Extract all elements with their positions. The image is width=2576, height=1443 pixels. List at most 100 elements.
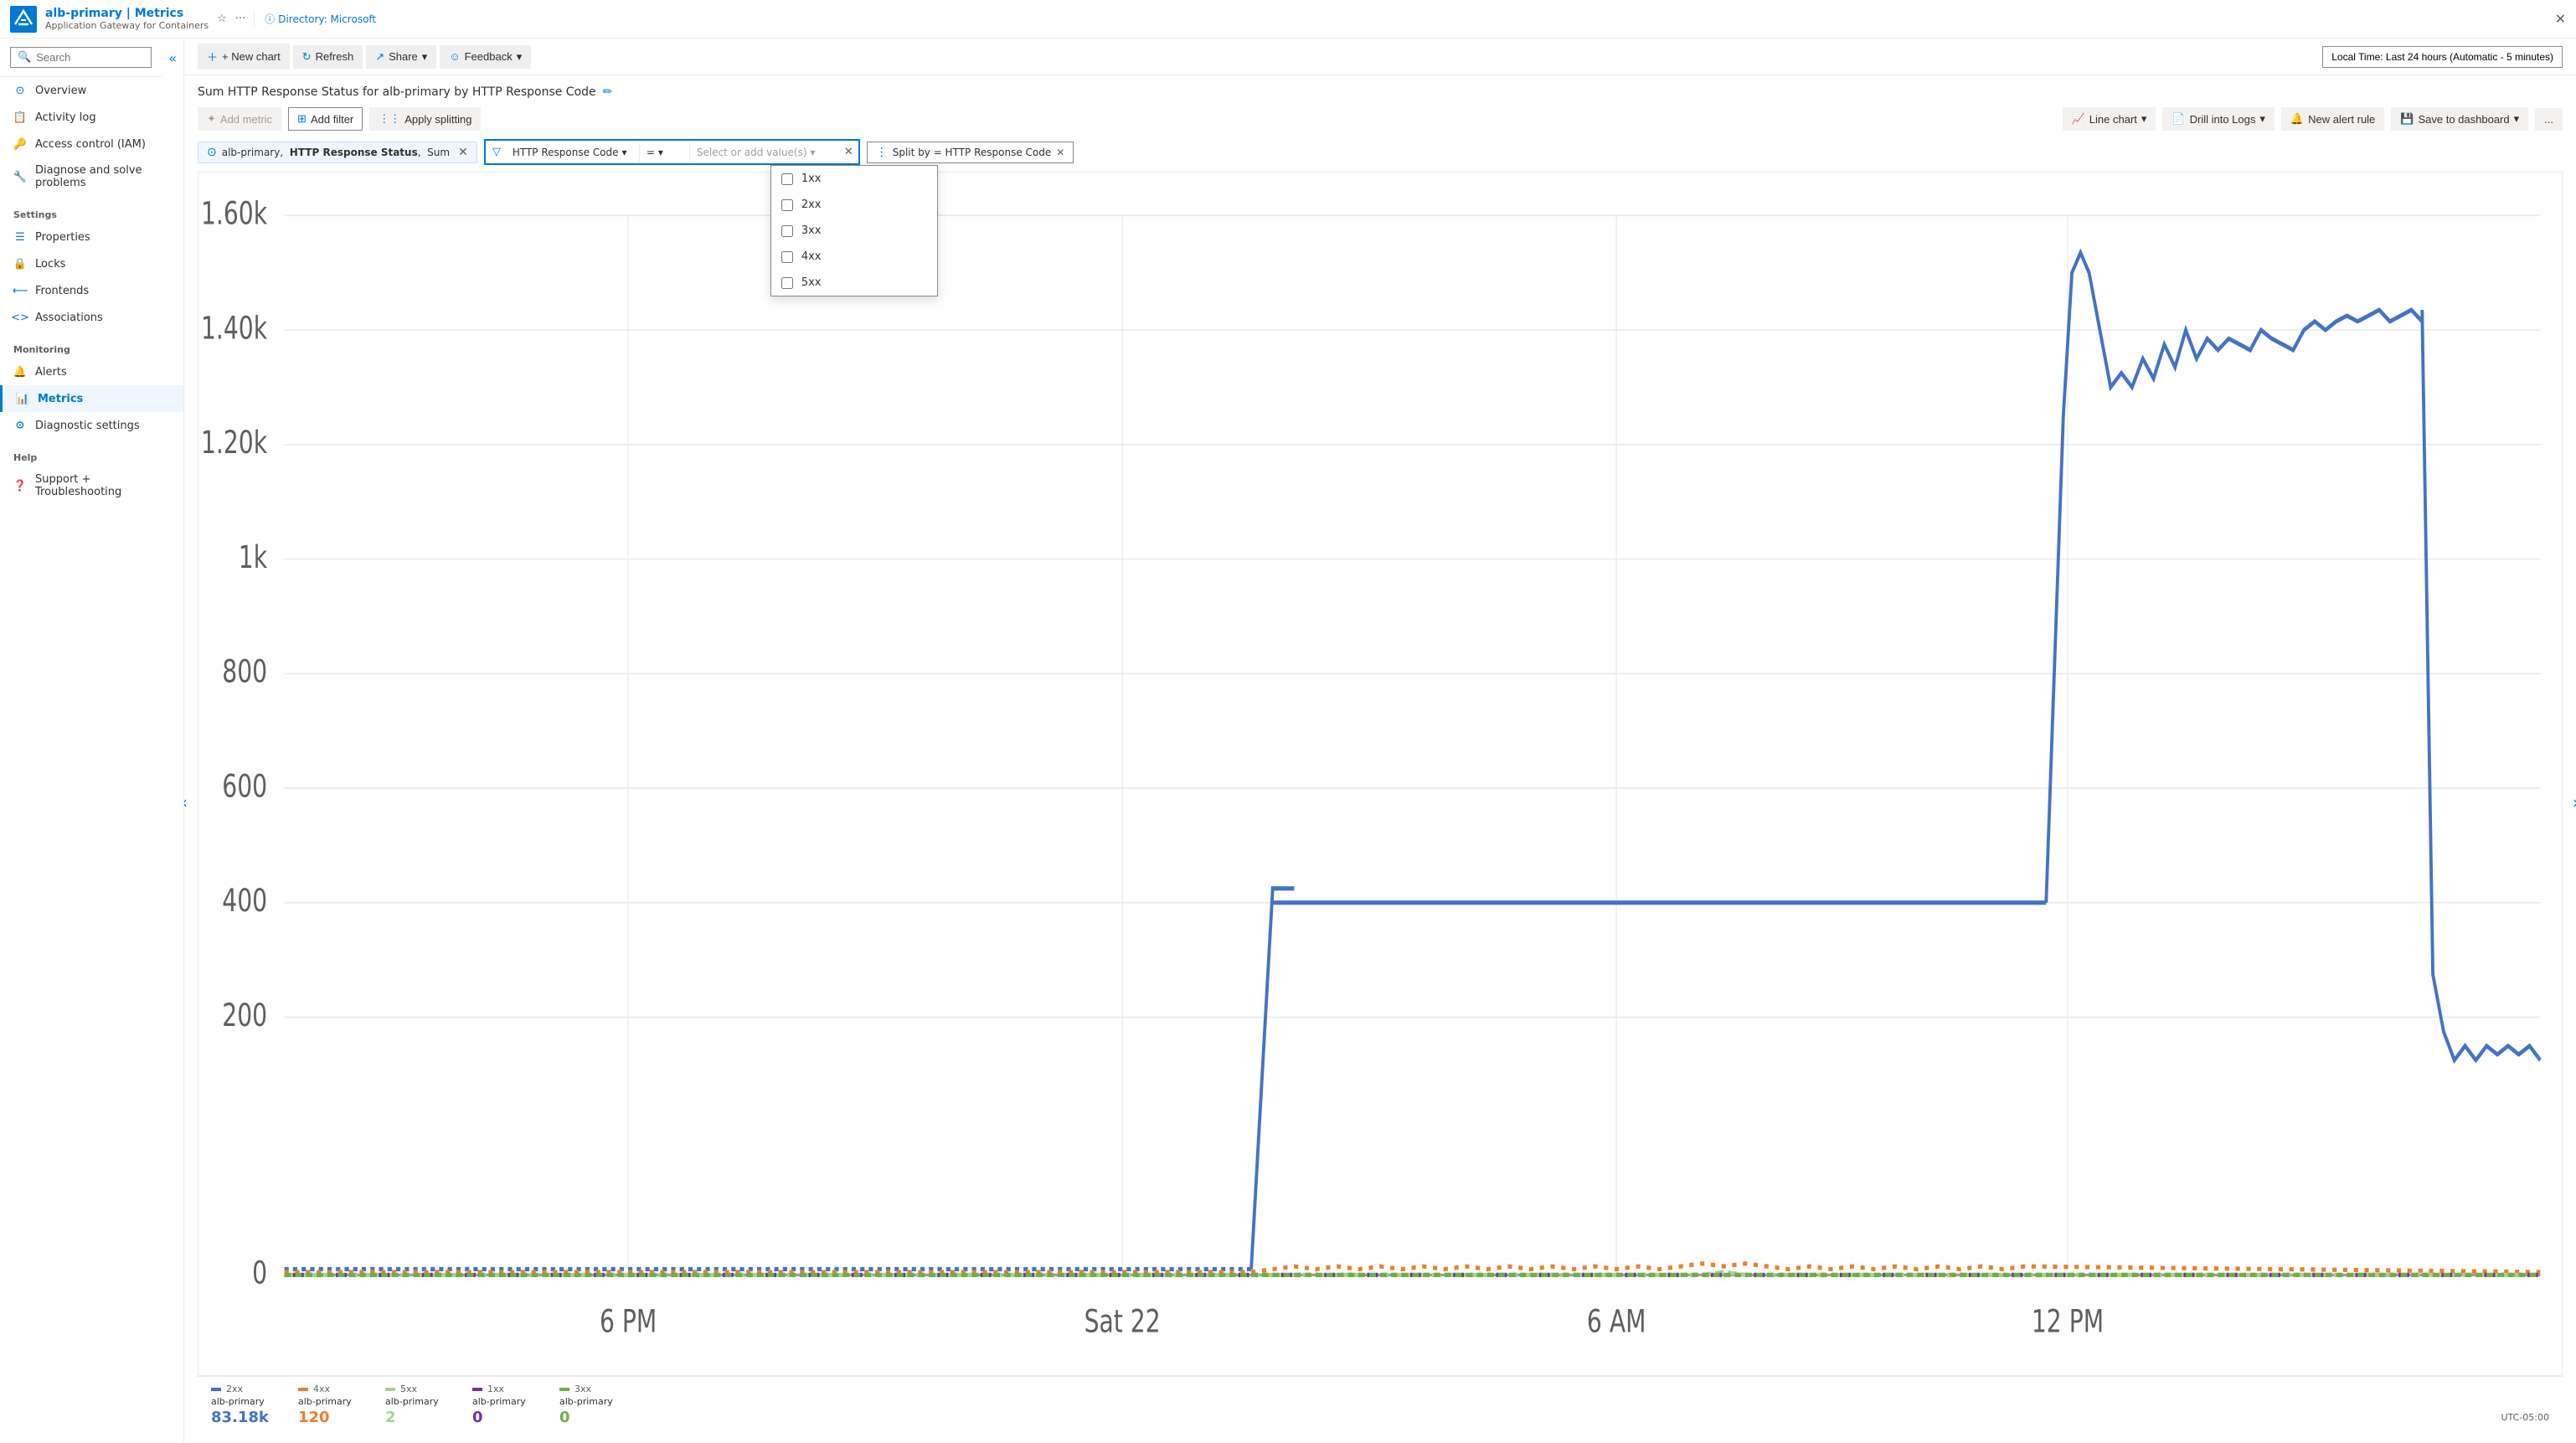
line-chart-icon: 📈 xyxy=(2072,112,2085,126)
svg-text:0: 0 xyxy=(252,1255,267,1291)
split-chip-remove[interactable]: ✕ xyxy=(1056,147,1064,158)
legend-code-4xx: 4xx xyxy=(313,1384,330,1394)
chart-nav-right[interactable]: › xyxy=(2573,792,2576,812)
chart-title-row: Sum HTTP Response Status for alb-primary… xyxy=(198,85,2563,99)
sidebar-item-access-control[interactable]: 🔑 Access control (IAM) xyxy=(0,131,183,157)
new-alert-rule-button[interactable]: 🔔 New alert rule xyxy=(2281,107,2384,131)
more-options-button[interactable]: ... xyxy=(2535,108,2563,131)
dropdown-item-2xx[interactable]: 2xx xyxy=(771,192,937,218)
sidebar-item-metrics[interactable]: 📊 Metrics xyxy=(0,385,183,412)
search-input-wrap[interactable]: 🔍 xyxy=(10,47,152,68)
legend-name-3xx: alb-primary xyxy=(559,1396,626,1407)
filter-operator-select[interactable]: = ▾ xyxy=(640,143,690,162)
star-icon[interactable]: ☆ xyxy=(217,13,227,25)
chart-title: Sum HTTP Response Status for alb-primary… xyxy=(198,85,596,99)
drill-logs-label: Drill into Logs xyxy=(2190,113,2256,126)
time-range-selector[interactable]: Local Time: Last 24 hours (Automatic - 5… xyxy=(2322,46,2563,68)
metrics-icon: 📊 xyxy=(16,392,29,405)
diagnose-icon: 🔧 xyxy=(13,170,27,183)
metric-chip-icon: ⊙ xyxy=(207,146,217,159)
sidebar-item-alerts[interactable]: 🔔 Alerts xyxy=(0,358,183,385)
more-icon[interactable]: ··· xyxy=(235,13,245,25)
split-by-label: Split by = HTTP Response Code xyxy=(893,147,1052,158)
search-icon: 🔍 xyxy=(18,51,31,64)
chart-nav-left[interactable]: ‹ xyxy=(184,792,188,812)
metric-chip-remove[interactable]: ✕ xyxy=(458,146,468,159)
chart-toolbar: ✦ Add metric ⊞ Add filter ⋮⋮ Apply split… xyxy=(198,107,2563,131)
associations-icon: <> xyxy=(13,311,27,324)
sidebar-label-locks: Locks xyxy=(35,258,65,271)
filter-property-select[interactable]: HTTP Response Code ▾ xyxy=(506,143,640,162)
search-input[interactable] xyxy=(36,51,144,64)
save-dashboard-button[interactable]: 💾 Save to dashboard ▾ xyxy=(2391,107,2528,131)
sidebar-item-activity-log[interactable]: 📋 Activity log xyxy=(0,104,183,131)
svg-text:600: 600 xyxy=(222,767,267,804)
support-icon: ❓ xyxy=(13,479,27,492)
alerts-icon: 🔔 xyxy=(13,365,27,379)
chart-canvas: 1.60k 1.40k 1.20k 1k 800 600 400 200 0 xyxy=(198,172,2563,1376)
sidebar-item-locks[interactable]: 🔒 Locks xyxy=(0,250,183,277)
metric-chip[interactable]: ⊙ alb-primary, HTTP Response Status, Sum… xyxy=(198,142,477,163)
sidebar-item-diagnostic-settings[interactable]: ⚙ Diagnostic settings xyxy=(0,412,183,439)
svg-text:6 PM: 6 PM xyxy=(600,1303,657,1340)
feedback-icon: ☺ xyxy=(449,50,460,63)
dropdown-item-5xx[interactable]: 5xx xyxy=(771,270,937,296)
close-button[interactable]: ✕ xyxy=(2555,11,2566,27)
sidebar-item-support[interactable]: ❓ Support + Troubleshooting xyxy=(0,466,183,505)
sidebar-item-associations[interactable]: <> Associations xyxy=(0,304,183,331)
share-chevron-icon: ▾ xyxy=(422,50,428,64)
utc-label: UTC-05:00 xyxy=(2501,1412,2549,1426)
share-button[interactable]: ↗ Share ▾ xyxy=(366,45,436,69)
drill-logs-icon: 📄 xyxy=(2172,112,2185,126)
dropdown-item-4xx[interactable]: 4xx xyxy=(771,244,937,270)
metric-resource: alb-primary xyxy=(222,147,281,158)
sidebar-label-metrics: Metrics xyxy=(38,393,83,405)
sidebar-label-properties: Properties xyxy=(35,231,90,244)
sidebar-label-support: Support + Troubleshooting xyxy=(35,473,170,498)
drill-logs-button[interactable]: 📄 Drill into Logs ▾ xyxy=(2162,107,2274,131)
add-metric-button[interactable]: ✦ Add metric xyxy=(198,107,281,131)
dropdown-item-3xx[interactable]: 3xx xyxy=(771,218,937,244)
line-chart-label: Line chart xyxy=(2089,113,2137,126)
line-chart-button[interactable]: 📈 Line chart ▾ xyxy=(2063,107,2156,131)
edit-title-icon[interactable]: ✏ xyxy=(603,85,613,99)
legend-label-1xx: 1xx xyxy=(472,1384,539,1394)
legend-item-4xx: 4xx alb-primary 120 xyxy=(298,1384,365,1426)
title-text: alb-primary | Metrics Application Gatewa… xyxy=(45,7,209,31)
dropdown-item-1xx[interactable]: 1xx xyxy=(771,166,937,192)
more-options-label: ... xyxy=(2544,113,2553,126)
sidebar-label-frontends: Frontends xyxy=(35,285,89,297)
sidebar-label-associations: Associations xyxy=(35,312,103,324)
apply-splitting-button[interactable]: ⋮⋮ Apply splitting xyxy=(369,107,481,131)
sidebar-item-diagnose[interactable]: 🔧 Diagnose and solve problems xyxy=(0,157,183,196)
sidebar-item-frontends[interactable]: ⟵ Frontends xyxy=(0,277,183,304)
feedback-button[interactable]: ☺ Feedback ▾ xyxy=(440,45,531,69)
refresh-label: Refresh xyxy=(316,50,354,63)
value-5xx: 5xx xyxy=(801,276,822,289)
add-filter-button[interactable]: ⊞ Add filter xyxy=(288,107,363,131)
refresh-button[interactable]: ↻ Refresh xyxy=(293,45,363,69)
legend-label-2xx: 2xx xyxy=(211,1384,278,1394)
properties-icon: ☰ xyxy=(13,230,27,244)
new-chart-button[interactable]: ＋ + New chart xyxy=(198,44,290,70)
filter-values-select[interactable]: Select or add value(s) ▾ xyxy=(690,143,841,162)
checkbox-1xx[interactable] xyxy=(781,173,793,185)
sidebar-item-properties[interactable]: ☰ Properties xyxy=(0,224,183,250)
filter-remove-button[interactable]: ✕ xyxy=(841,142,857,162)
split-by-chip[interactable]: ⋮ Split by = HTTP Response Code ✕ xyxy=(867,142,1074,163)
checkbox-2xx[interactable] xyxy=(781,199,793,211)
sidebar-item-overview[interactable]: ⊙ Overview xyxy=(0,77,183,104)
settings-section-label: Settings xyxy=(0,196,183,224)
activity-log-icon: 📋 xyxy=(13,111,27,124)
checkbox-5xx[interactable] xyxy=(781,277,793,289)
checkbox-4xx[interactable] xyxy=(781,251,793,263)
sidebar-label-diagnostic: Diagnostic settings xyxy=(35,420,140,432)
filter-icon: ⊞ xyxy=(297,112,307,126)
locks-icon: 🔒 xyxy=(13,257,27,271)
line-chart-chevron: ▾ xyxy=(2141,112,2147,126)
checkbox-3xx[interactable] xyxy=(781,225,793,237)
value-1xx: 1xx xyxy=(801,173,822,185)
legend-swatch-4xx xyxy=(298,1388,308,1391)
collapse-sidebar-button[interactable]: « xyxy=(162,42,183,75)
directory-info: ⓘ Directory: Microsoft xyxy=(254,12,376,26)
